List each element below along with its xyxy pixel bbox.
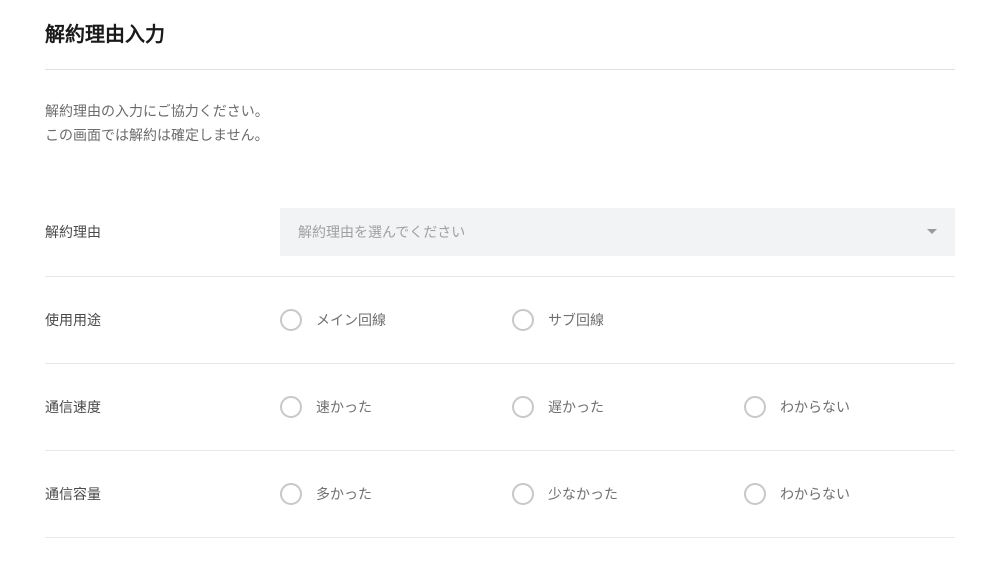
reason-select-wrapper: 解約理由を選んでください [280,208,955,256]
speed-radio-group: 速かった 遅かった わからない [280,396,976,418]
capacity-row: 通信容量 多かった 少なかった わからない [45,451,955,538]
speed-option-unknown[interactable]: わからない [744,396,976,418]
usage-option-sub-label: サブ回線 [548,310,604,330]
page-title: 解約理由入力 [45,18,955,47]
radio-icon [744,396,766,418]
reason-row: 解約理由 解約理由を選んでください [45,188,955,277]
speed-option-slow[interactable]: 遅かった [512,396,744,418]
reason-label: 解約理由 [45,222,280,242]
usage-option-sub[interactable]: サブ回線 [512,309,744,331]
radio-icon [512,309,534,331]
capacity-option-little-label: 少なかった [548,484,618,504]
speed-option-fast[interactable]: 速かった [280,396,512,418]
radio-icon [744,483,766,505]
capacity-option-little[interactable]: 少なかった [512,483,744,505]
usage-option-main[interactable]: メイン回線 [280,309,512,331]
radio-icon [512,483,534,505]
radio-icon [280,483,302,505]
usage-label: 使用用途 [45,310,280,330]
usage-row: 使用用途 メイン回線 サブ回線 [45,277,955,364]
reason-select-placeholder: 解約理由を選んでください [298,222,465,242]
radio-icon [280,396,302,418]
radio-icon [512,396,534,418]
speed-option-unknown-label: わからない [780,397,850,417]
usage-option-main-label: メイン回線 [316,310,386,330]
capacity-option-unknown[interactable]: わからない [744,483,976,505]
capacity-option-much-label: 多かった [316,484,372,504]
speed-row: 通信速度 速かった 遅かった わからない [45,364,955,451]
divider [45,69,955,70]
capacity-option-unknown-label: わからない [780,484,850,504]
chevron-down-icon [927,229,937,234]
description-line-1: 解約理由の入力にご協力ください。 [45,100,955,124]
usage-radio-group: メイン回線 サブ回線 [280,309,955,331]
speed-label: 通信速度 [45,397,280,417]
speed-option-slow-label: 遅かった [548,397,604,417]
capacity-label: 通信容量 [45,484,280,504]
radio-icon [280,309,302,331]
capacity-option-much[interactable]: 多かった [280,483,512,505]
description-line-2: この画面では解約は確定しません。 [45,124,955,148]
capacity-radio-group: 多かった 少なかった わからない [280,483,976,505]
reason-select[interactable]: 解約理由を選んでください [280,208,955,256]
speed-option-fast-label: 速かった [316,397,372,417]
description-block: 解約理由の入力にご協力ください。 この画面では解約は確定しません。 [45,100,955,148]
